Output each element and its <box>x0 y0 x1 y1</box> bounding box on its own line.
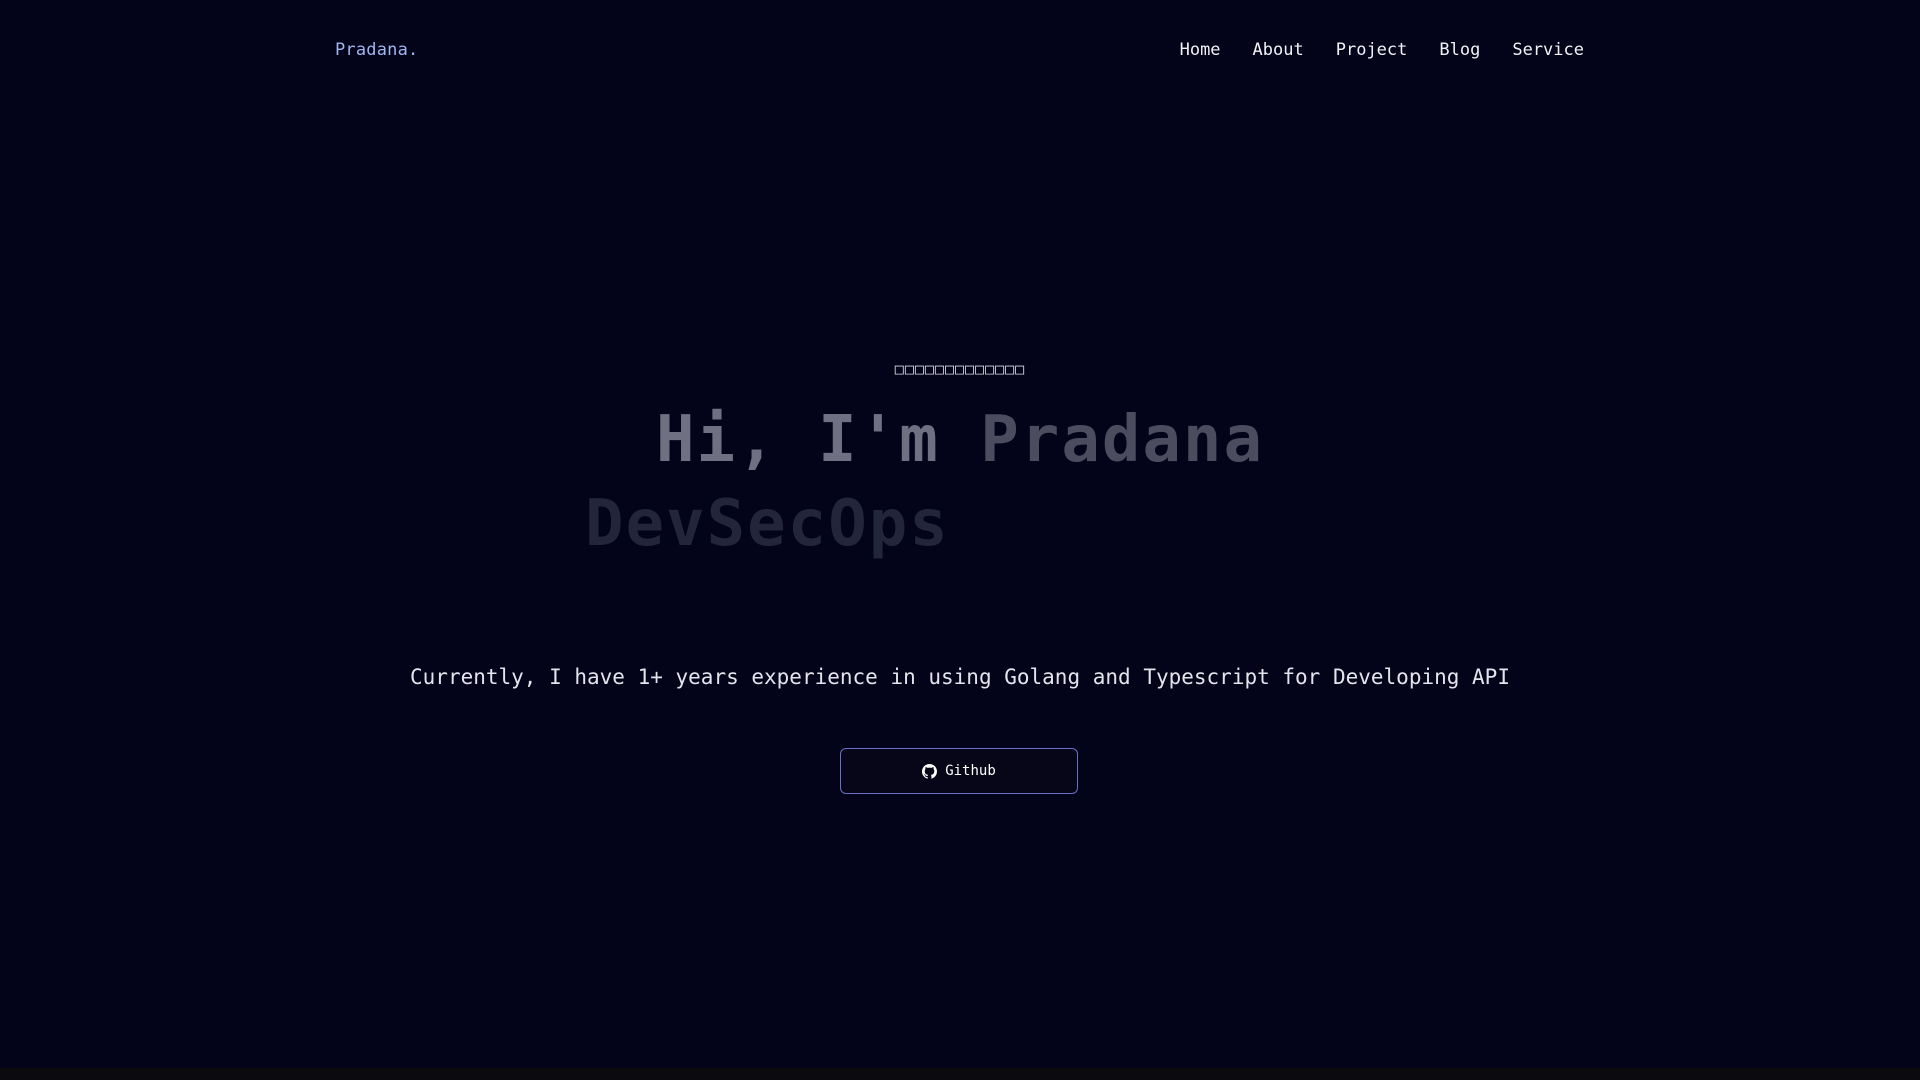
hero-name: Pradana <box>980 403 1264 477</box>
brand-logo[interactable]: Pradana. <box>335 40 418 60</box>
nav-about[interactable]: About <box>1253 40 1304 60</box>
page: Pradana. Home About Project Blog Service… <box>0 0 1920 1080</box>
nav-service[interactable]: Service <box>1512 40 1584 60</box>
hero-role: DevSecOps <box>585 487 950 561</box>
hero-tagline: Currently, I have 1+ years experience in… <box>410 665 1510 689</box>
hero-title: Hi, I'm Pradana <box>0 400 1920 480</box>
github-button[interactable]: Github <box>840 748 1078 794</box>
nav-project[interactable]: Project <box>1336 40 1408 60</box>
nav-home[interactable]: Home <box>1180 40 1221 60</box>
github-button-label: Github <box>945 763 996 779</box>
nav-blog[interactable]: Blog <box>1439 40 1480 60</box>
github-icon <box>922 763 938 779</box>
footer-strip <box>0 1068 1920 1080</box>
main-nav: Home About Project Blog Service <box>1180 40 1584 60</box>
hero-kicker: □□□□□□□□□□□□□ <box>894 360 1026 378</box>
hero-greeting: Hi, I'm <box>656 403 981 477</box>
